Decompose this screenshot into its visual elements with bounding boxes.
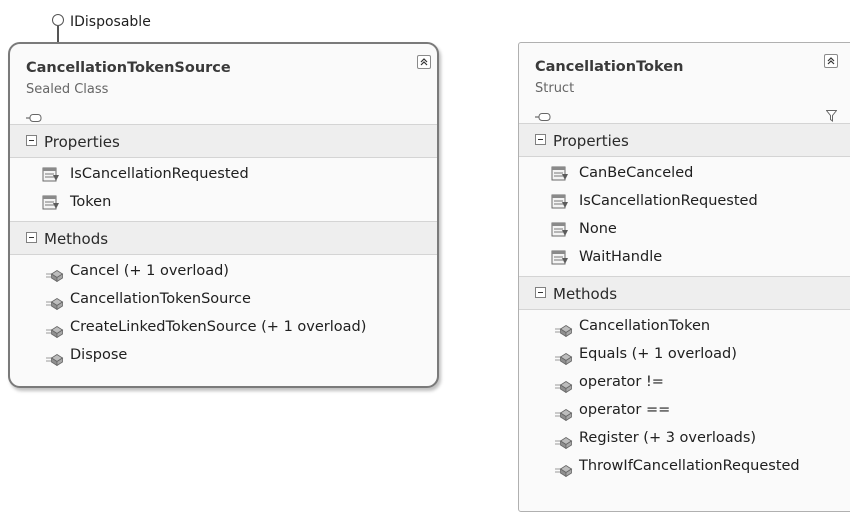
interface-lollipop-icon [52, 14, 64, 26]
compartment-label: Methods [553, 285, 618, 303]
member-name: operator == [579, 402, 671, 418]
member-name: Cancel (+ 1 overload) [70, 263, 229, 279]
method-icon [555, 462, 573, 481]
method-member[interactable]: ThrowIfCancellationRequested [519, 453, 850, 481]
compartment-label: Methods [44, 230, 109, 248]
method-icon [46, 323, 64, 342]
compartment-header[interactable]: Properties [10, 124, 437, 158]
property-member[interactable]: IsCancellationRequested [10, 161, 437, 189]
type-name: CancellationTokenSource [26, 60, 231, 76]
collapse-chevron-icon[interactable] [417, 55, 431, 69]
property-icon [551, 165, 569, 186]
member-name: IsCancellationRequested [579, 193, 758, 209]
property-icon [551, 193, 569, 214]
compartment-header[interactable]: Methods [10, 221, 437, 255]
member-name: operator != [579, 374, 664, 390]
compartment-methods: Methods Cancel (+ 1 overload) Cancellatio… [10, 221, 437, 374]
member-list: CanBeCanceled IsCancellationRequested None… [519, 157, 850, 276]
compartment-properties: Properties IsCancellationRequested Token [10, 124, 437, 221]
compartment-label: Properties [553, 132, 629, 150]
method-member[interactable]: CancellationToken [519, 313, 850, 341]
method-member[interactable]: CreateLinkedTokenSource (+ 1 overload) [10, 314, 437, 342]
member-name: CancellationTokenSource [70, 291, 251, 307]
method-member[interactable]: Equals (+ 1 overload) [519, 341, 850, 369]
method-icon [555, 322, 573, 341]
collapse-minus-icon[interactable] [26, 135, 37, 146]
member-name: Register (+ 3 overloads) [579, 430, 757, 446]
member-name: CreateLinkedTokenSource (+ 1 overload) [70, 319, 367, 335]
member-name: CancellationToken [579, 318, 711, 334]
property-icon [42, 166, 60, 187]
class-shape-cancellationtokensource[interactable]: CancellationTokenSource Sealed Class Pro… [8, 42, 439, 388]
type-name: CancellationToken [535, 59, 684, 75]
collapse-chevron-icon[interactable] [824, 54, 838, 68]
method-member[interactable]: Register (+ 3 overloads) [519, 425, 850, 453]
member-name: WaitHandle [579, 249, 663, 265]
method-icon [555, 406, 573, 425]
property-member[interactable]: WaitHandle [519, 244, 850, 272]
member-list: IsCancellationRequested Token [10, 158, 437, 221]
property-member[interactable]: Token [10, 189, 437, 217]
member-list: CancellationToken Equals (+ 1 overload) op… [519, 310, 850, 485]
compartment-header[interactable]: Properties [519, 123, 850, 157]
member-name: IsCancellationRequested [70, 166, 249, 182]
method-member[interactable]: operator == [519, 397, 850, 425]
method-icon [46, 295, 64, 314]
compartment-properties: Properties CanBeCanceled IsCancellationRe… [519, 123, 850, 276]
property-icon [42, 194, 60, 215]
method-member[interactable]: operator != [519, 369, 850, 397]
compartment-header[interactable]: Methods [519, 276, 850, 310]
method-icon [46, 351, 64, 370]
property-icon [551, 249, 569, 270]
method-member[interactable]: Cancel (+ 1 overload) [10, 258, 437, 286]
member-name: None [579, 221, 617, 237]
member-name: Token [70, 194, 112, 210]
member-list: Cancel (+ 1 overload) CancellationTokenSo… [10, 255, 437, 374]
property-member[interactable]: IsCancellationRequested [519, 188, 850, 216]
collapse-minus-icon[interactable] [535, 134, 546, 145]
collapse-minus-icon[interactable] [26, 232, 37, 243]
shape-header: CancellationToken Struct [519, 43, 850, 123]
method-member[interactable]: Dispose [10, 342, 437, 370]
member-name: ThrowIfCancellationRequested [579, 458, 800, 474]
method-icon [555, 350, 573, 369]
compartment-methods: Methods CancellationToken Equals (+ 1 ove… [519, 276, 850, 485]
member-name: Dispose [70, 347, 128, 363]
property-icon [551, 221, 569, 242]
class-shape-cancellationtoken[interactable]: CancellationToken Struct Properties CanB… [518, 42, 850, 512]
method-icon [46, 267, 64, 286]
type-stereotype: Struct [535, 81, 575, 96]
method-member[interactable]: CancellationTokenSource [10, 286, 437, 314]
property-member[interactable]: None [519, 216, 850, 244]
collapse-minus-icon[interactable] [535, 287, 546, 298]
member-name: Equals (+ 1 overload) [579, 346, 737, 362]
method-icon [555, 378, 573, 397]
compartment-label: Properties [44, 133, 120, 151]
type-stereotype: Sealed Class [26, 82, 109, 97]
member-name: CanBeCanceled [579, 165, 694, 181]
shape-header: CancellationTokenSource Sealed Class [10, 44, 437, 124]
property-member[interactable]: CanBeCanceled [519, 160, 850, 188]
method-icon [555, 434, 573, 453]
interface-label: IDisposable [70, 14, 151, 30]
